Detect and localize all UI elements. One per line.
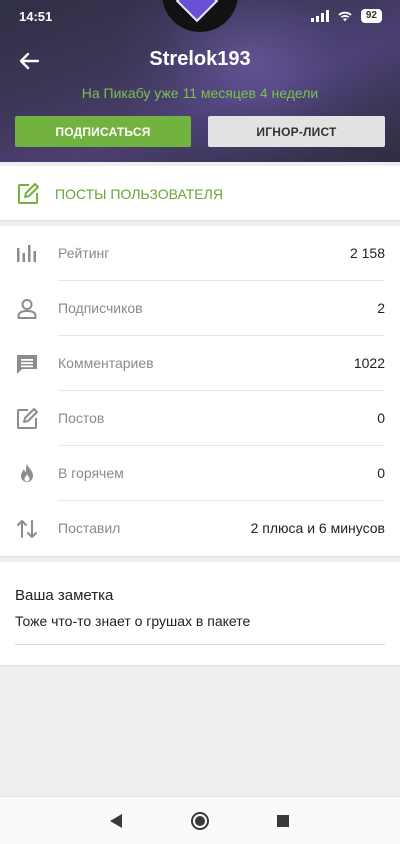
nav-home-button[interactable]	[190, 811, 210, 831]
profile-header: 14:51 92 Strelok193 На Пикабу уже 11 мес…	[0, 0, 400, 162]
stat-label: В горячем	[58, 465, 124, 481]
stat-row-rating: Рейтинг 2 158	[0, 226, 400, 281]
system-nav-bar	[0, 796, 400, 844]
stat-label: Подписчиков	[58, 300, 143, 316]
stat-row-hot: В горячем 0	[0, 446, 400, 501]
person-icon	[17, 299, 37, 319]
note-underline	[15, 644, 385, 645]
wifi-icon	[338, 11, 352, 22]
edit-icon	[17, 408, 38, 429]
flame-icon	[21, 464, 33, 482]
battery-icon: 92	[360, 9, 382, 23]
bar-chart-icon	[17, 245, 36, 262]
user-posts-label: ПОСТЫ ПОЛЬЗОВАТЕЛЯ	[55, 186, 223, 202]
stat-row-subscribers: Подписчиков 2	[0, 281, 400, 336]
note-title: Ваша заметка	[15, 587, 114, 604]
stat-label: Постов	[58, 410, 105, 426]
nav-back-button[interactable]	[106, 811, 126, 831]
status-bar: 14:51 92	[0, 0, 400, 32]
user-posts-link[interactable]: ПОСТЫ ПОЛЬЗОВАТЕЛЯ	[0, 166, 400, 220]
swap-vert-icon	[17, 520, 37, 538]
stat-label: Рейтинг	[58, 245, 110, 261]
status-icons: 92	[310, 9, 382, 23]
stat-value: 1022	[353, 355, 385, 371]
square-recents-icon	[277, 815, 289, 827]
subscribe-button[interactable]: ПОДПИСАТЬСЯ	[15, 116, 191, 147]
triangle-back-icon	[110, 814, 122, 828]
stat-value: 0	[377, 465, 385, 481]
username: Strelok193	[149, 48, 251, 70]
note-card: Ваша заметка Тоже что-то знает о грушах …	[0, 562, 400, 665]
stats-list: Рейтинг 2 158 Подписчиков 2 Комментариев…	[0, 226, 400, 556]
member-since: На Пикабу уже 11 месяцев 4 недели	[81, 85, 319, 101]
note-text[interactable]: Тоже что-то знает о грушах в пакете	[15, 613, 250, 629]
stat-label: Поставил	[58, 520, 121, 536]
edit-icon	[18, 183, 39, 204]
stat-label: Комментариев	[58, 355, 154, 371]
nav-recents-button[interactable]	[273, 811, 293, 831]
status-time: 14:51	[19, 9, 53, 24]
stat-value: 0	[377, 410, 385, 426]
circle-home-icon	[191, 812, 209, 830]
comment-icon	[17, 355, 37, 374]
ignore-list-button[interactable]: ИГНОР-ЛИСТ	[208, 116, 385, 147]
stat-value: 2 158	[349, 245, 385, 261]
stat-row-votes: Поставил 2 плюса и 6 минусов	[0, 501, 400, 556]
stat-row-posts: Постов 0	[0, 391, 400, 446]
stat-value: 2	[377, 300, 385, 316]
stat-row-comments: Комментариев 1022	[0, 336, 400, 391]
signal-icon	[310, 10, 329, 22]
stat-value: 2 плюса и 6 минусов	[250, 520, 385, 536]
